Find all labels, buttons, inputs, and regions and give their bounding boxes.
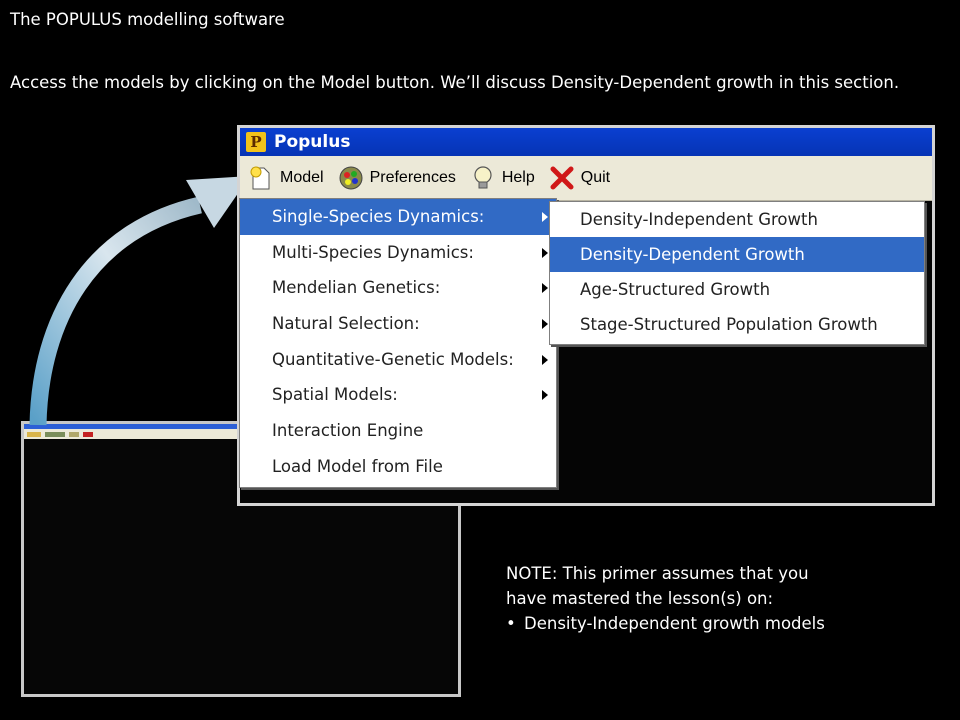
- model-document-icon: [248, 165, 274, 191]
- menu-item-label: Single-Species Dynamics:: [272, 207, 485, 226]
- submenu-item-density-dependent-growth[interactable]: Density-Dependent Growth: [550, 237, 924, 272]
- menu-item-label: Mendelian Genetics:: [272, 278, 441, 298]
- preferences-button[interactable]: Preferences: [338, 165, 456, 191]
- bullet-icon: •: [506, 614, 516, 633]
- populus-logo-icon: P: [246, 132, 266, 152]
- submenu-item-label: Density-Dependent Growth: [580, 245, 805, 264]
- menu-item-interaction-engine[interactable]: Interaction Engine: [240, 413, 556, 449]
- lightbulb-icon: [470, 165, 496, 191]
- model-button-label: Model: [280, 169, 324, 186]
- menu-item-single-species-dynamics[interactable]: Single-Species Dynamics:: [240, 199, 556, 235]
- window-titlebar: P Populus: [240, 128, 932, 156]
- logo-letter: P: [250, 133, 261, 151]
- note-line-2: have mastered the lesson(s) on:: [506, 589, 774, 608]
- submenu-arrow-icon: [542, 211, 548, 222]
- submenu-arrow-icon: [542, 283, 548, 294]
- submenu-arrow-icon: [542, 318, 548, 329]
- red-x-icon: [549, 165, 575, 191]
- menu-item-label: Spatial Models:: [272, 385, 398, 405]
- menu-item-quantitative-genetic-models[interactable]: Quantitative-Genetic Models:: [240, 342, 556, 378]
- prerequisite-note: NOTE: This primer assumes that you have …: [506, 561, 825, 636]
- palette-icon: [338, 165, 364, 191]
- menu-item-label: Quantitative-Genetic Models:: [272, 349, 514, 369]
- submenu-arrow-icon: [542, 390, 548, 401]
- menu-item-label: Natural Selection:: [272, 314, 420, 334]
- window-title: Populus: [274, 132, 351, 152]
- menu-item-label: Load Model from File: [272, 456, 443, 476]
- model-menu: Single-Species Dynamics: Multi-Species D…: [239, 198, 557, 488]
- mini-model-icon: [27, 431, 41, 437]
- note-line-1: NOTE: This primer assumes that you: [506, 564, 809, 583]
- submenu-item-age-structured-growth[interactable]: Age-Structured Growth: [550, 272, 924, 307]
- model-button[interactable]: Model: [248, 165, 324, 191]
- submenu-arrow-icon: [542, 354, 548, 365]
- submenu-item-density-independent-growth[interactable]: Density-Independent Growth: [550, 202, 924, 237]
- submenu-item-label: Age-Structured Growth: [580, 280, 771, 299]
- menu-item-mendelian-genetics[interactable]: Mendelian Genetics:: [240, 270, 556, 306]
- note-bullet-item: • Density-Independent growth models: [506, 611, 825, 636]
- submenu-arrow-icon: [542, 247, 548, 258]
- submenu-item-label: Density-Independent Growth: [580, 210, 818, 229]
- quit-button[interactable]: Quit: [549, 165, 610, 191]
- note-bullet-text: Density-Independent growth models: [524, 614, 825, 633]
- quit-button-label: Quit: [580, 169, 611, 186]
- preferences-button-label: Preferences: [369, 169, 456, 186]
- menu-item-label: Multi-Species Dynamics:: [272, 242, 474, 262]
- menu-item-natural-selection[interactable]: Natural Selection:: [240, 306, 556, 342]
- menu-item-spatial-models[interactable]: Spatial Models:: [240, 377, 556, 413]
- mini-preferences-icon: [45, 431, 65, 437]
- submenu-item-label: Stage-Structured Population Growth: [580, 315, 878, 334]
- menu-item-multi-species-dynamics[interactable]: Multi-Species Dynamics:: [240, 235, 556, 271]
- menu-item-label: Interaction Engine: [272, 421, 424, 441]
- help-button-label: Help: [501, 169, 535, 186]
- mini-help-icon: [69, 431, 79, 437]
- single-species-submenu: Density-Independent Growth Density-Depen…: [549, 201, 925, 345]
- submenu-item-stage-structured-population-growth[interactable]: Stage-Structured Population Growth: [550, 307, 924, 342]
- slide-title: The POPULUS modelling software: [10, 10, 285, 29]
- menu-item-load-model-from-file[interactable]: Load Model from File: [240, 449, 556, 485]
- toolbar: Model Preferences Help Quit: [240, 156, 932, 201]
- help-button[interactable]: Help: [470, 165, 535, 191]
- mini-quit-icon: [83, 431, 93, 437]
- slide-intro: Access the models by clicking on the Mod…: [10, 73, 900, 92]
